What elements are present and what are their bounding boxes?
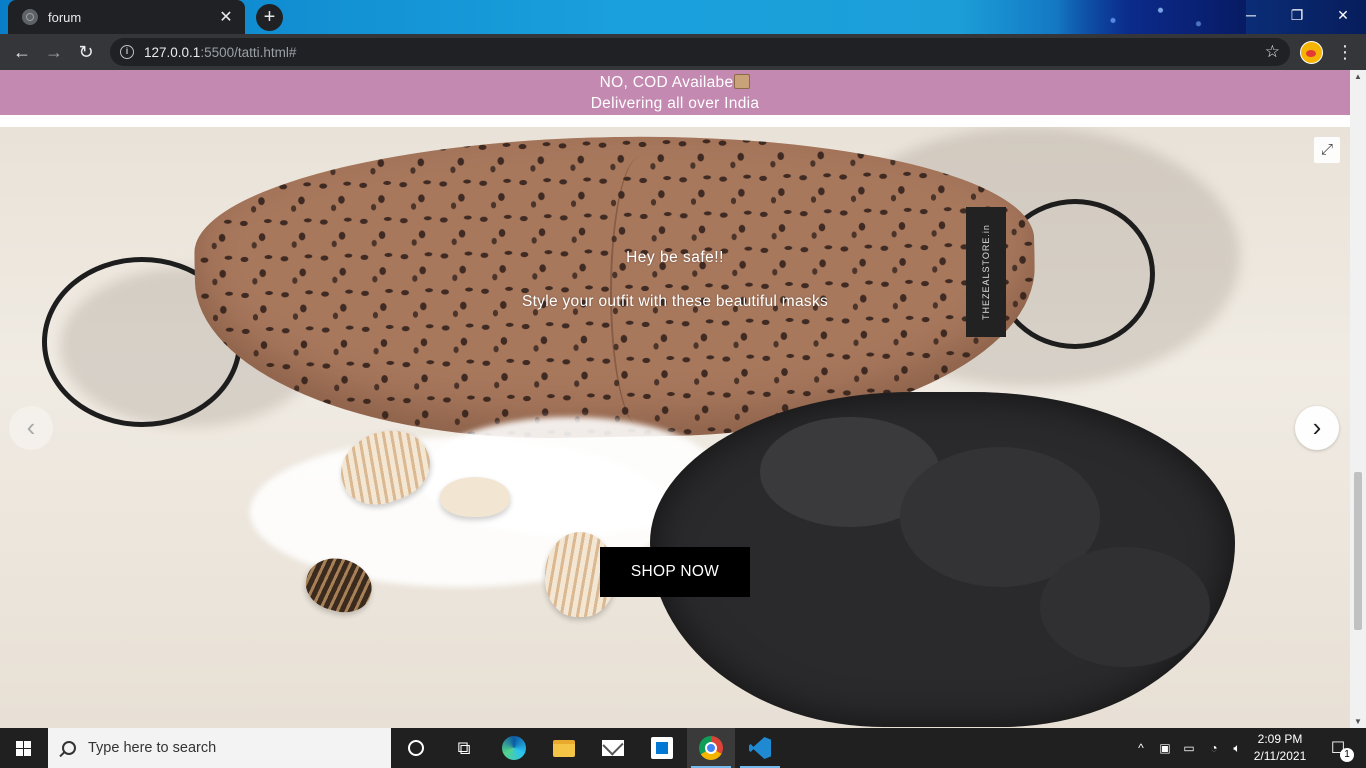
edge-taskbar-button[interactable] bbox=[490, 728, 538, 768]
scroll-thumb[interactable] bbox=[1354, 472, 1362, 630]
new-tab-button[interactable]: + bbox=[256, 4, 283, 31]
wallpaper-decoration bbox=[1056, 0, 1246, 34]
banner-line-1: NO, COD Availabe bbox=[599, 74, 734, 91]
shop-now-button[interactable]: SHOP NOW bbox=[600, 547, 750, 597]
chrome-taskbar-button[interactable] bbox=[687, 728, 735, 768]
show-hidden-icons-button[interactable]: ^ bbox=[1130, 728, 1152, 768]
windows-taskbar: Type here to search ⧉ ^ ▣ ▭ ◔ 🔈︎ 2:09 PM… bbox=[0, 728, 1366, 768]
browser-toolbar: ← → ↻ i 127.0.0.1:5500/tatti.html# ☆ bbox=[0, 34, 1366, 70]
search-placeholder: Type here to search bbox=[88, 740, 217, 756]
chrome-icon bbox=[699, 736, 723, 760]
forward-icon[interactable]: → bbox=[38, 36, 70, 68]
url-path: :5500/tatti.html# bbox=[200, 44, 297, 60]
notification-badge: 1 bbox=[1340, 748, 1354, 762]
folder-icon bbox=[553, 739, 575, 757]
browser-tab[interactable]: forum ✕ bbox=[8, 0, 245, 34]
hero-carousel: THEZEALSTORE.in Hey be safe!! Style your… bbox=[0, 127, 1350, 728]
taskbar-search-box[interactable]: Type here to search bbox=[48, 728, 391, 768]
search-icon bbox=[62, 741, 76, 755]
carousel-next-button[interactable]: › bbox=[1295, 406, 1339, 450]
page-viewport: NO, COD Availabe Delivering all over Ind… bbox=[0, 70, 1350, 728]
scrunchie-fold bbox=[1040, 547, 1210, 667]
page-scrollbar[interactable]: ▲ ▼ bbox=[1350, 70, 1366, 728]
url-text[interactable]: 127.0.0.1:5500/tatti.html# bbox=[144, 45, 296, 60]
scroll-up-icon[interactable]: ▲ bbox=[1350, 72, 1366, 81]
browser-titlebar: forum ✕ + ─ ❐ ✕ bbox=[0, 0, 1366, 34]
meet-now-icon[interactable]: ▣ bbox=[1155, 728, 1175, 768]
menu-icon[interactable]: ⋮ bbox=[1336, 42, 1354, 62]
task-view-button[interactable]: ⧉ bbox=[440, 728, 488, 768]
mail-icon bbox=[602, 740, 624, 756]
mail-taskbar-button[interactable] bbox=[589, 728, 637, 768]
volume-icon[interactable]: 🔈︎ bbox=[1226, 728, 1248, 768]
store-icon bbox=[651, 737, 673, 759]
action-center-button[interactable]: ☐ 1 bbox=[1318, 728, 1358, 768]
close-window-button[interactable]: ✕ bbox=[1320, 0, 1366, 30]
star-icon[interactable]: ☆ bbox=[1265, 42, 1280, 62]
info-icon[interactable]: i bbox=[120, 45, 134, 59]
store-taskbar-button[interactable] bbox=[638, 728, 686, 768]
tab-title: forum bbox=[48, 9, 82, 25]
cortana-button[interactable] bbox=[392, 728, 440, 768]
task-view-icon: ⧉ bbox=[457, 737, 471, 758]
mask-seam bbox=[610, 157, 670, 427]
fullscreen-icon[interactable]: ⤢ bbox=[1314, 137, 1340, 163]
address-bar[interactable]: i 127.0.0.1:5500/tatti.html# ☆ bbox=[110, 38, 1290, 66]
shell bbox=[440, 477, 510, 517]
tab-close-icon[interactable]: ✕ bbox=[217, 7, 235, 27]
reload-icon[interactable]: ↻ bbox=[70, 36, 102, 68]
minimize-button[interactable]: ─ bbox=[1228, 0, 1274, 30]
edge-icon bbox=[502, 736, 526, 760]
carousel-caption-text: Style your outfit with these beautiful m… bbox=[521, 293, 829, 310]
package-icon bbox=[734, 74, 751, 89]
restore-button[interactable]: ❐ bbox=[1274, 0, 1320, 30]
wifi-icon[interactable]: ◔ bbox=[1203, 728, 1225, 768]
carousel-caption-title: Hey be safe!! bbox=[626, 249, 724, 266]
banner-line-2: Delivering all over India bbox=[590, 95, 760, 112]
battery-icon[interactable]: ▭ bbox=[1178, 728, 1200, 768]
carousel-prev-button[interactable]: ‹ bbox=[9, 406, 53, 450]
clock-time: 2:09 PM bbox=[1257, 732, 1303, 746]
globe-icon bbox=[22, 9, 38, 25]
url-host: 127.0.0.1 bbox=[144, 44, 201, 60]
vscode-taskbar-button[interactable] bbox=[736, 728, 784, 768]
taskbar-clock[interactable]: 2:09 PM 2/11/2021 bbox=[1250, 731, 1310, 765]
file-explorer-taskbar-button[interactable] bbox=[540, 728, 588, 768]
scroll-down-icon[interactable]: ▼ bbox=[1350, 717, 1366, 726]
cortana-icon bbox=[408, 740, 424, 756]
mask-brand-label: THEZEALSTORE.in bbox=[966, 207, 1006, 337]
start-button[interactable] bbox=[0, 728, 48, 768]
back-icon[interactable]: ← bbox=[6, 36, 38, 68]
clock-date: 2/11/2021 bbox=[1253, 749, 1307, 763]
vscode-icon bbox=[749, 737, 771, 759]
windows-logo-icon bbox=[16, 741, 32, 756]
profile-avatar[interactable] bbox=[1300, 41, 1323, 64]
announcement-banner: NO, COD Availabe Delivering all over Ind… bbox=[0, 70, 1350, 115]
